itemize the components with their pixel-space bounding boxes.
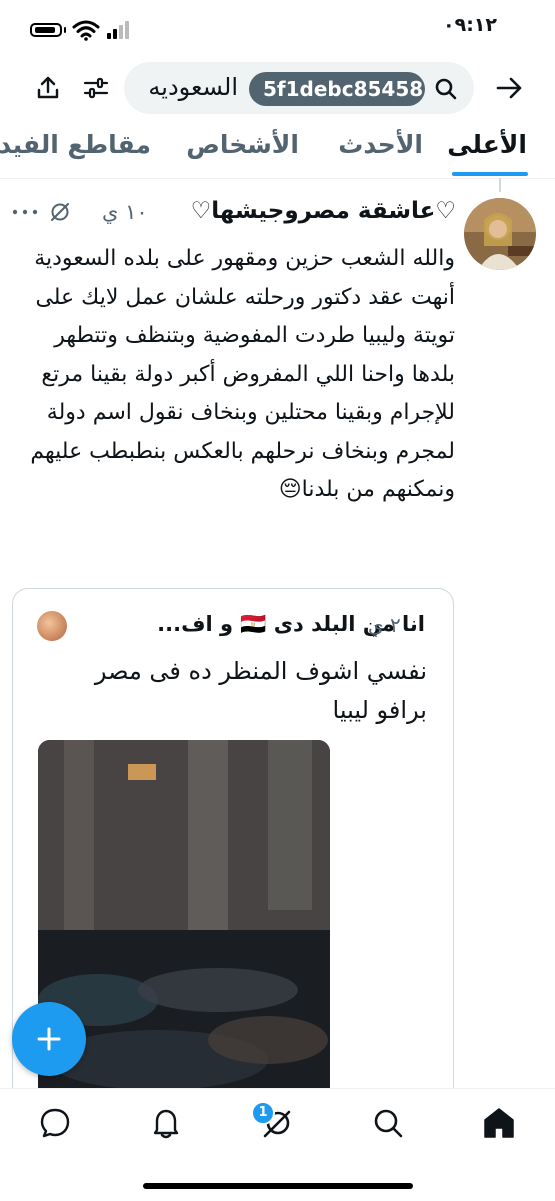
signal-icon — [107, 21, 129, 39]
more-icon[interactable] — [12, 208, 38, 216]
quote-time: ٢ ي — [368, 613, 401, 637]
tab-videos[interactable]: مقاطع الفيد — [0, 130, 151, 159]
search-icon — [435, 78, 457, 100]
home-indicator — [143, 1183, 413, 1189]
tab-latest[interactable]: الأحدث — [338, 130, 423, 159]
notification-badge: 1 — [251, 1101, 275, 1125]
explore-search-icon[interactable] — [371, 1106, 405, 1140]
back-arrow-icon[interactable] — [494, 74, 524, 102]
tabs-divider — [0, 178, 555, 179]
status-time: ٠٩:١٢ — [443, 14, 497, 36]
tab-top[interactable]: الأعلى — [447, 130, 527, 159]
search-query-text[interactable]: السعوديه — [148, 73, 238, 101]
wifi-icon — [72, 20, 100, 41]
messages-icon[interactable] — [38, 1106, 72, 1140]
tab-people[interactable]: الأشخاص — [186, 130, 299, 159]
quote-text: نفسي اشوف المنظر ده فى مصر برافو ليبيا — [94, 657, 427, 724]
active-tab-indicator — [452, 172, 528, 176]
avatar[interactable] — [464, 198, 536, 270]
search-chip[interactable]: 5f1debc85458 — [249, 72, 425, 106]
tweet-text: والله الشعب حزين ومقهور على بلده السعودي… — [30, 246, 455, 502]
quote-avatar — [37, 611, 67, 641]
home-icon[interactable] — [482, 1106, 516, 1140]
share-icon[interactable] — [34, 74, 62, 102]
battery-tip — [64, 27, 66, 33]
plus-icon — [37, 1027, 61, 1051]
tweet-author-name[interactable]: ♡عاشقة مصروجيشها♡ — [191, 198, 456, 224]
filter-icon[interactable] — [82, 74, 110, 102]
thread-line — [499, 178, 501, 192]
battery-icon — [30, 23, 62, 37]
tweet-time: ١٠ ي — [102, 200, 148, 224]
grok-icon[interactable] — [48, 200, 72, 224]
notifications-icon[interactable] — [149, 1106, 183, 1140]
compose-button[interactable] — [12, 1002, 86, 1076]
